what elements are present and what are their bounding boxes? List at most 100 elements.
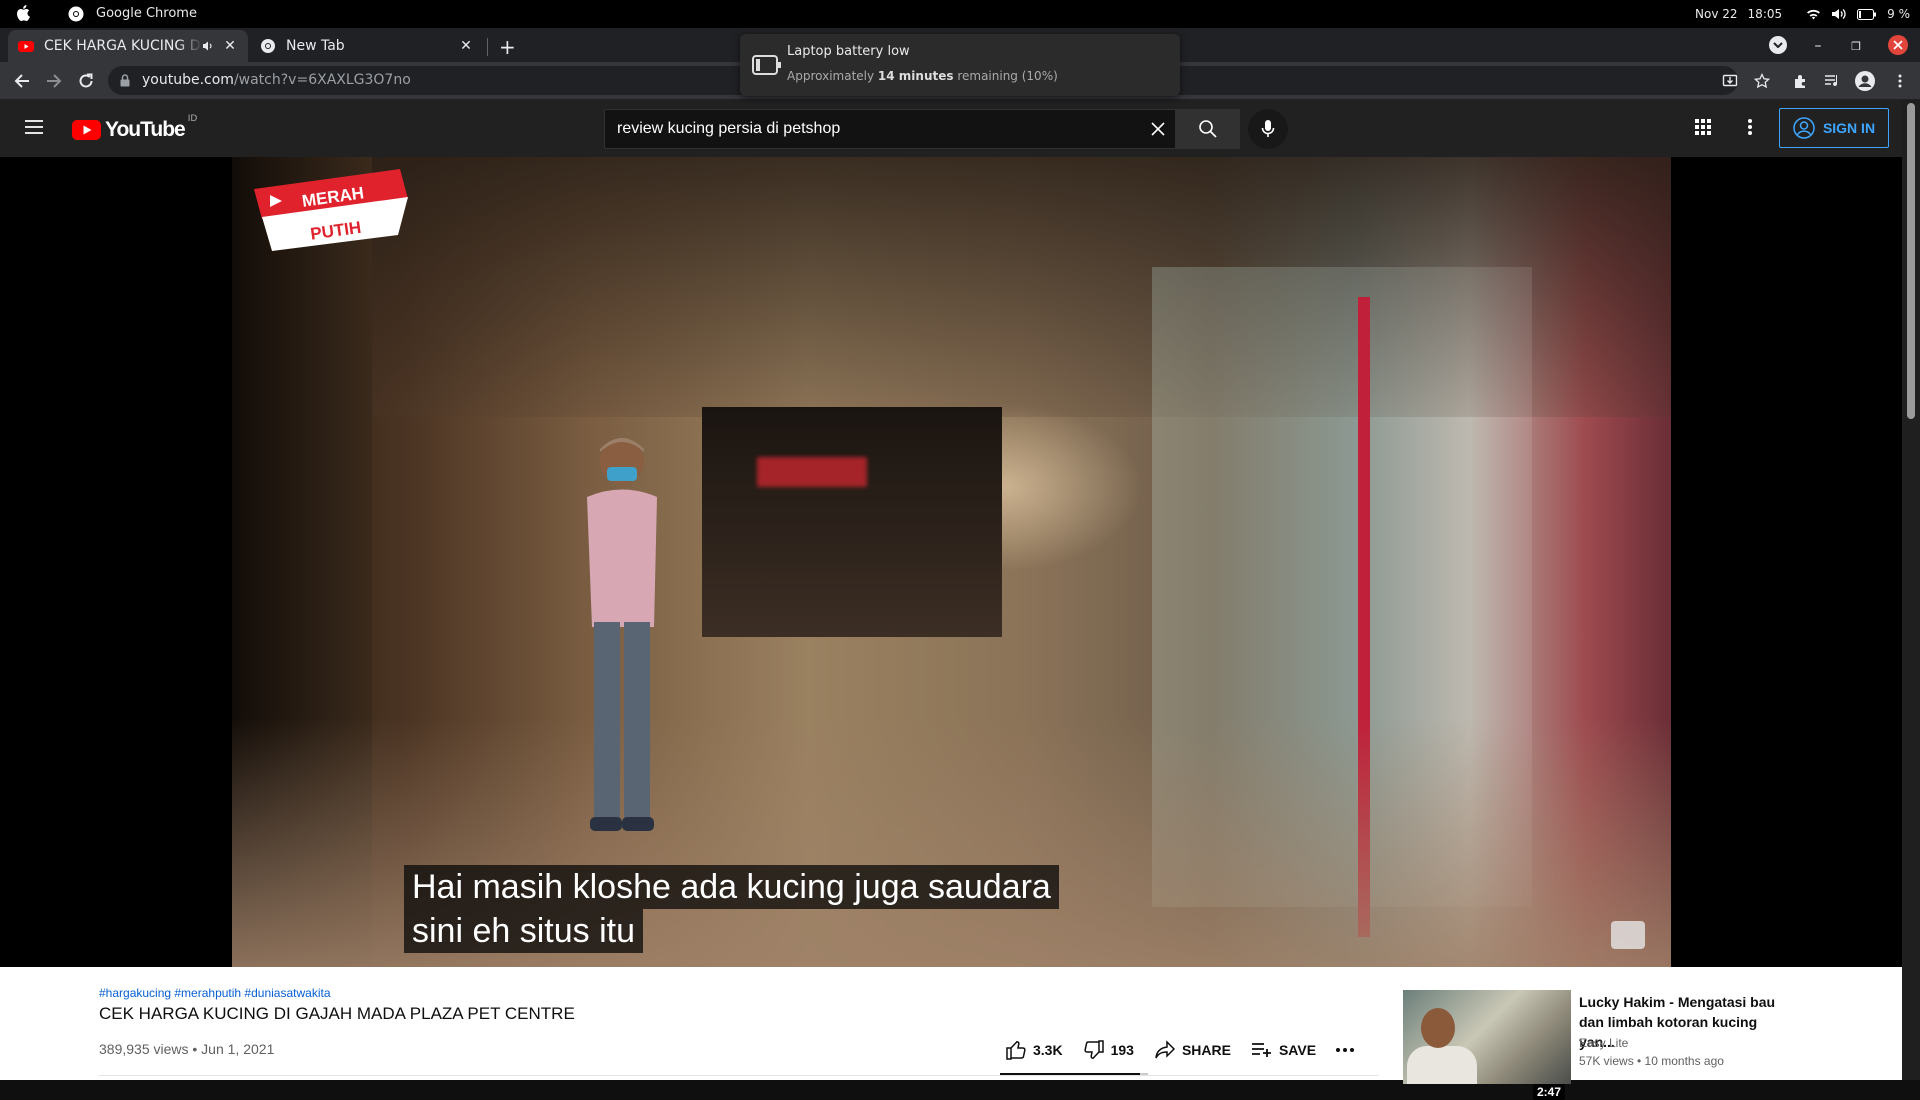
video-info-section: #hargakucing #merahputih #duniasatwakita… — [0, 967, 1902, 1100]
notification-body-prefix: Approximately — [787, 69, 878, 83]
volume-icon[interactable] — [1831, 8, 1847, 20]
back-arrow-icon[interactable] — [12, 71, 32, 91]
search-icon — [1198, 119, 1218, 139]
thumbs-down-icon — [1083, 1039, 1105, 1061]
status-area: Nov 22 18:05 9 % — [1695, 0, 1910, 28]
youtube-header: YouTube ID SIGN IN — [0, 99, 1902, 157]
notification-body: Approximately 14 minutes remaining (10%) — [787, 69, 1058, 83]
video-views-date: 389,935 views • Jun 1, 2021 — [99, 1041, 275, 1057]
merah-putih-watermark: MERAH PUTIH — [254, 169, 408, 251]
url-text: youtube.com/watch?v=6XAXLG3O7no — [142, 72, 411, 88]
menu-hamburger-icon[interactable] — [24, 119, 44, 135]
tab-close-icon[interactable]: ✕ — [222, 38, 238, 54]
voice-search-button[interactable] — [1248, 109, 1288, 149]
chrome-favicon-icon — [260, 38, 276, 54]
thumbs-up-icon — [1005, 1039, 1027, 1061]
battery-low-notification[interactable]: Laptop battery low Approximately 14 minu… — [740, 34, 1180, 96]
notification-body-suffix: remaining (10%) — [953, 69, 1058, 83]
apple-icon[interactable] — [16, 5, 30, 21]
caption-line-2: sini eh situs itu — [404, 909, 643, 953]
video-frame[interactable]: MERAH PUTIH Hai masih kloshe ada kucing … — [232, 157, 1671, 967]
tab-title: CEK HARGA KUCING DI GAJAH MADA PLAZA PET… — [44, 38, 202, 54]
tab-new-tab[interactable]: New Tab ✕ — [250, 30, 484, 62]
video-player[interactable]: MERAH PUTIH Hai masih kloshe ada kucing … — [0, 157, 1902, 967]
os-top-bar: Google Chrome Nov 22 18:05 9 % — [0, 0, 1920, 28]
chrome-menu-icon[interactable] — [1890, 71, 1910, 91]
video-scene-corridor — [702, 407, 1002, 637]
apps-grid-icon[interactable] — [1694, 118, 1712, 136]
sign-in-label: SIGN IN — [1822, 120, 1876, 136]
youtube-favicon-icon — [18, 38, 34, 54]
wifi-icon[interactable] — [1806, 8, 1821, 20]
caption-line-1: Hai masih kloshe ada kucing juga saudara — [404, 865, 1059, 909]
youtube-play-logo-icon — [72, 120, 101, 140]
lock-icon[interactable] — [120, 74, 130, 87]
youtube-wordmark: YouTube — [105, 118, 186, 141]
tab-close-icon[interactable]: ✕ — [458, 38, 474, 54]
clear-search-icon[interactable] — [1149, 120, 1167, 138]
settings-more-icon[interactable] — [1748, 118, 1752, 136]
notification-body-emphasis: 14 minutes — [877, 69, 954, 83]
like-count: 3.3K — [1033, 1042, 1063, 1058]
tab-search-icon[interactable] — [1769, 36, 1787, 54]
account-circle-icon — [1793, 117, 1815, 139]
close-window-icon[interactable] — [1888, 35, 1908, 55]
profile-avatar-icon[interactable] — [1855, 71, 1875, 91]
tab-divider — [487, 38, 488, 56]
more-horizontal-icon — [1336, 1048, 1355, 1052]
recommended-video-meta: 57K views • 10 months ago — [1579, 1054, 1724, 1068]
save-button[interactable]: SAVE — [1251, 1041, 1316, 1059]
battery-icon[interactable] — [1857, 8, 1877, 20]
share-arrow-icon — [1154, 1040, 1176, 1060]
video-scene-red-sign — [757, 457, 867, 487]
dislike-count: 193 — [1110, 1042, 1134, 1058]
microphone-icon — [1261, 119, 1275, 139]
bookmark-star-icon[interactable] — [1752, 71, 1772, 91]
active-app-name: Google Chrome — [96, 6, 197, 21]
date-label[interactable]: Nov 22 — [1695, 7, 1738, 21]
channel-watermark-icon[interactable] — [1611, 921, 1645, 949]
battery-percent: 9 % — [1887, 7, 1910, 21]
video-hashtags[interactable]: #hargakucing #merahputih #duniasatwakita — [99, 986, 331, 1000]
tab-youtube-video[interactable]: CEK HARGA KUCING DI GAJAH MADA PLAZA PET… — [8, 30, 248, 62]
video-title: CEK HARGA KUCING DI GAJAH MADA PLAZA PET… — [99, 1004, 575, 1023]
youtube-logo[interactable]: YouTube ID — [72, 114, 197, 142]
search-button[interactable] — [1176, 109, 1240, 149]
tab-title: New Tab — [286, 38, 345, 54]
recommended-video-thumbnail[interactable] — [1403, 990, 1571, 1084]
install-app-icon[interactable] — [1720, 71, 1740, 91]
sign-in-button[interactable]: SIGN IN — [1779, 108, 1889, 148]
like-button[interactable]: 3.3K — [1005, 1039, 1063, 1061]
more-actions-button[interactable] — [1336, 1048, 1355, 1052]
search-box[interactable] — [604, 109, 1176, 149]
video-captions: Hai masih kloshe ada kucing juga saudara… — [404, 865, 1059, 953]
restore-icon[interactable]: ❐ — [1846, 36, 1866, 56]
video-scene-person — [587, 438, 657, 831]
section-divider — [99, 1075, 1379, 1076]
share-button[interactable]: SHARE — [1154, 1040, 1231, 1060]
page-scrollbar[interactable] — [1902, 99, 1920, 1080]
video-actions: 3.3K 193 SHARE SAVE — [1005, 1039, 1374, 1061]
search-input[interactable] — [617, 110, 1137, 148]
dislike-button[interactable]: 193 — [1083, 1039, 1134, 1061]
notification-title: Laptop battery low — [787, 44, 910, 59]
time-label[interactable]: 18:05 — [1748, 7, 1783, 21]
forward-arrow-icon[interactable] — [44, 71, 64, 91]
share-label: SHARE — [1181, 1042, 1231, 1058]
media-queue-icon[interactable] — [1822, 71, 1842, 91]
thumbnail-person-face — [1421, 1008, 1455, 1048]
new-tab-plus-icon[interactable]: + — [499, 35, 516, 59]
recommended-video-channel[interactable]: Easy Lite — [1579, 1036, 1628, 1050]
url-path: /watch?v=6XAXLG3O7no — [233, 72, 411, 88]
tab-audio-icon[interactable] — [202, 40, 214, 52]
minimize-icon[interactable]: – — [1808, 36, 1828, 56]
url-host: youtube.com — [142, 72, 234, 88]
scrollbar-thumb[interactable] — [1907, 103, 1915, 419]
thumbnail-person-shirt — [1407, 1046, 1477, 1084]
reload-icon[interactable] — [76, 71, 96, 91]
battery-low-icon — [752, 54, 782, 76]
extensions-puzzle-icon[interactable] — [1791, 71, 1811, 91]
chrome-icon — [68, 6, 84, 22]
playlist-add-icon — [1251, 1041, 1273, 1059]
video-duration-badge: 2:47 — [1533, 1084, 1566, 1100]
